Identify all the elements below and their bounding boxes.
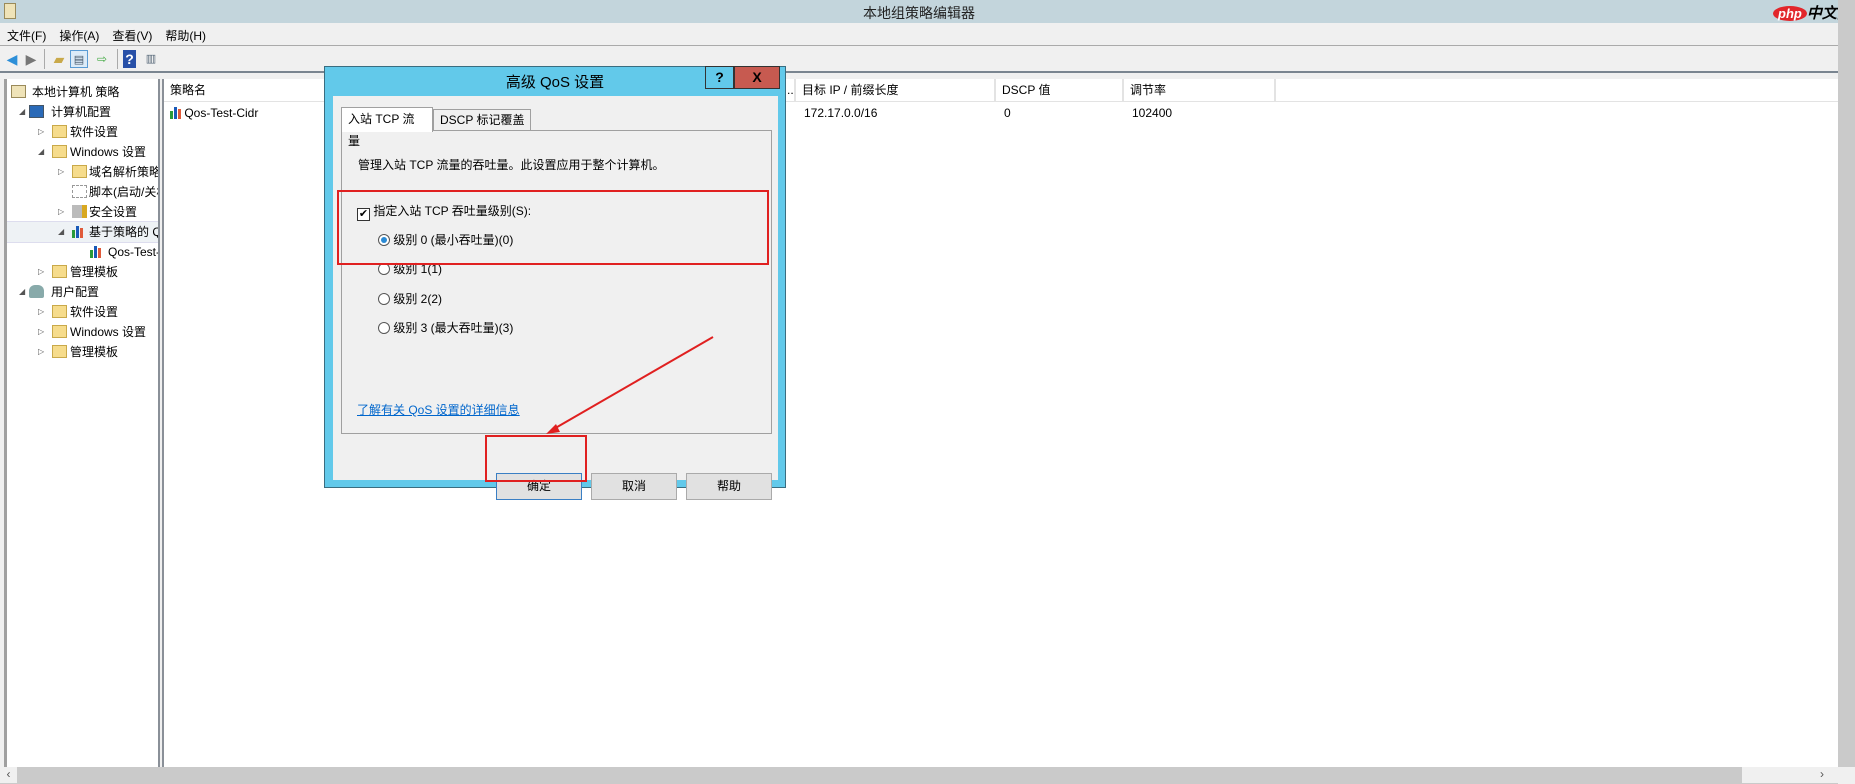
tab-inbound-tcp[interactable]: 入站 TCP 流量: [341, 107, 433, 148]
annotation-arrow: [546, 336, 714, 434]
